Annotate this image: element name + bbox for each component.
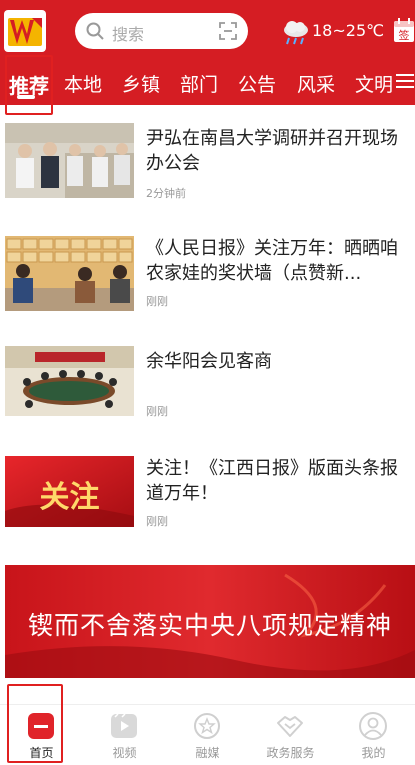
nav-label: 政务服务 (266, 746, 315, 760)
app-header: 搜索 18~25℃ 签 推荐 本地 乡镇 部门 公告 风采 文明 (0, 0, 415, 105)
nav-rongmei[interactable]: 融媒 (166, 705, 249, 765)
temperature-text: 18~25℃ (312, 21, 385, 40)
weather-cloud-rain-icon[interactable] (281, 18, 311, 46)
calendar-checkin-icon[interactable]: 签 (393, 17, 415, 43)
news-thumbnail (5, 236, 134, 311)
news-title: 关注！《江西日报》版面头条报道万年！ (146, 458, 398, 504)
handshake-icon (277, 716, 303, 737)
star-icon (194, 713, 220, 739)
tab-notice[interactable]: 公告 (238, 70, 276, 97)
user-icon (359, 712, 387, 740)
banner-text: 锲而不舍落实中央八项规定精神 (27, 611, 392, 640)
nav-profile[interactable]: 我的 (332, 705, 415, 765)
news-title: 余华阳会见客商 (146, 351, 272, 372)
nav-video[interactable]: 视频 (83, 705, 166, 765)
tab-style[interactable]: 风采 (297, 70, 335, 97)
tab-local[interactable]: 本地 (64, 70, 102, 97)
menu-icon[interactable] (396, 72, 414, 90)
search-placeholder: 搜索 (112, 25, 145, 44)
nav-label: 首页 (29, 746, 54, 760)
nav-label: 融媒 (195, 746, 220, 760)
app-logo[interactable] (4, 10, 46, 52)
tab-department[interactable]: 部门 (180, 70, 218, 97)
thumbnail-text: 关注 (39, 480, 100, 515)
calendar-label: 签 (399, 28, 410, 42)
news-time: 刚刚 (146, 405, 168, 418)
news-thumbnail (5, 346, 134, 416)
scan-icon[interactable] (218, 21, 238, 41)
tab-civilization[interactable]: 文明 (355, 70, 393, 97)
nav-label: 我的 (361, 746, 386, 760)
nav-home[interactable]: 首页 (0, 705, 83, 765)
category-tabs: 推荐 本地 乡镇 部门 公告 风采 文明 (0, 62, 415, 104)
active-tab-indicator (17, 95, 35, 99)
news-thumbnail (5, 123, 134, 198)
news-time: 刚刚 (146, 295, 168, 308)
news-time: 刚刚 (146, 515, 168, 528)
news-time: 2分钟前 (146, 187, 186, 200)
search-input[interactable]: 搜索 (75, 13, 248, 49)
nav-government-service[interactable]: 政务服务 (249, 705, 332, 765)
app-logo-icon (8, 18, 42, 46)
promo-banner[interactable]: 锲而不舍落实中央八项规定精神 (5, 565, 415, 678)
tab-town[interactable]: 乡镇 (122, 70, 160, 97)
bottom-nav: 首页 视频 融媒 政务服务 我的 (0, 704, 415, 765)
home-icon (28, 713, 54, 739)
news-thumbnail: 关注 (5, 456, 134, 527)
video-icon (111, 713, 137, 738)
search-icon (86, 22, 104, 40)
nav-label: 视频 (112, 746, 137, 760)
news-title: 《人民日报》关注万年：晒晒咱农家娃的奖状墙（点赞新... (146, 238, 398, 284)
news-title: 尹弘在南昌大学调研并召开现场办公会 (146, 128, 398, 174)
